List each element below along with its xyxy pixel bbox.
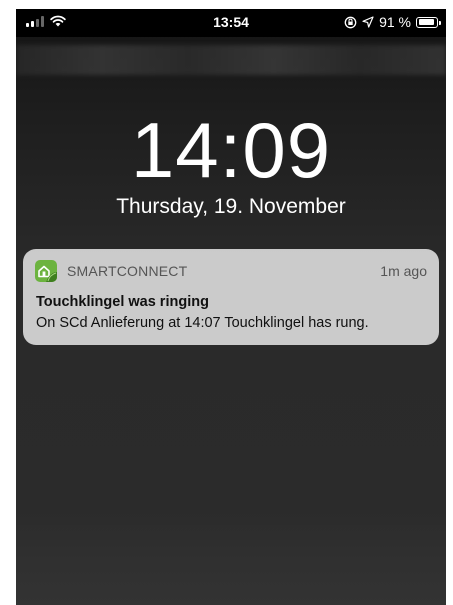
smartconnect-app-icon xyxy=(35,260,57,282)
battery-icon xyxy=(416,16,441,28)
notification-app-name: SMARTCONNECT xyxy=(67,263,188,279)
lock-screen-date: Thursday, 19. November xyxy=(116,195,346,218)
location-icon xyxy=(362,16,374,28)
notification-title: Touchklingel was ringing xyxy=(36,294,209,310)
bottom-area xyxy=(16,525,446,605)
lock-screen: 13:54 91 % 14:09 Thursday, 19. November xyxy=(16,9,446,605)
status-right: 91 % xyxy=(344,14,441,30)
blurred-background xyxy=(16,45,446,75)
notification-body: On SCd Anlieferung at 14:07 Touchklingel… xyxy=(36,315,369,331)
orientation-lock-icon xyxy=(344,16,357,28)
battery-percent: 91 % xyxy=(379,14,411,30)
lock-screen-time: 14:09 xyxy=(130,106,332,194)
status-bar: 13:54 91 % xyxy=(16,9,446,37)
notification-age: 1m ago xyxy=(380,263,427,279)
notification-card[interactable]: SMARTCONNECT 1m ago Touchklingel was rin… xyxy=(23,249,439,345)
